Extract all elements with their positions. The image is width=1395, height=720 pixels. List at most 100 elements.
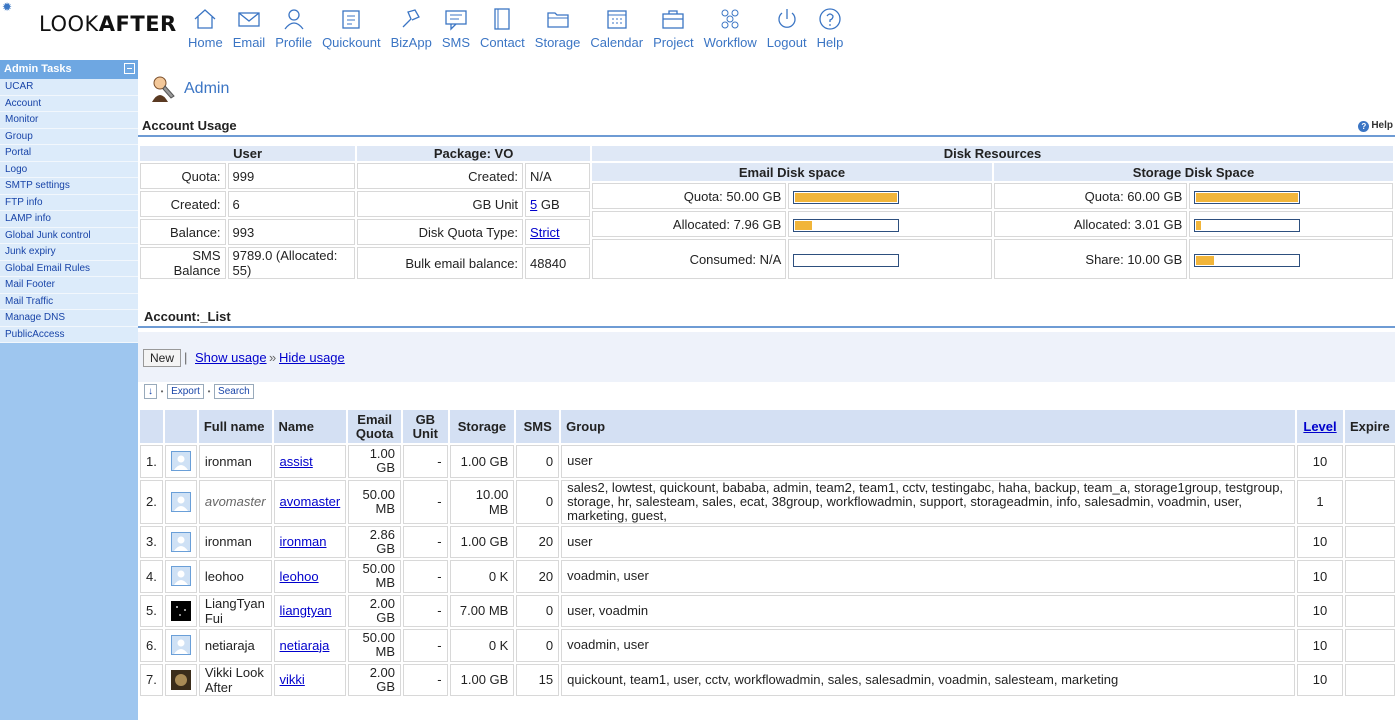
account-link[interactable]: avomaster [280, 494, 341, 509]
storage-share-bar [1189, 239, 1393, 279]
account-link[interactable]: leohoo [280, 569, 319, 584]
sidebar-item-mail-traffic[interactable]: Mail Traffic [0, 294, 138, 310]
help-icon [819, 8, 841, 30]
gb-unit: - [403, 525, 448, 558]
sidebar-list: UCAR Account Monitor Group Portal Logo SMTP se… [0, 79, 138, 343]
workflow-icon [721, 9, 739, 29]
email-quota: 50.00 MB [348, 629, 402, 662]
nav-project[interactable]: Project [653, 6, 694, 50]
account-link[interactable]: netiaraja [280, 638, 330, 653]
top-bar: ✹ LOOKAFTER Home Email Profile Quickount Biz… [0, 0, 1395, 60]
email-icon [238, 12, 260, 27]
progress-bar [1194, 253, 1301, 267]
nav-label: Help [816, 35, 844, 50]
email-quota-bar [788, 183, 992, 209]
nav-email[interactable]: Email [233, 6, 265, 50]
sidebar-item-lamp-info[interactable]: LAMP info [0, 211, 138, 228]
full-name: avomaster [198, 479, 272, 524]
nav-help[interactable]: Help [816, 6, 844, 50]
account-link[interactable]: vikki [280, 672, 305, 687]
col-sms: SMS [516, 410, 560, 443]
level-sort-link[interactable]: Level [1303, 419, 1336, 434]
avatar-cell [164, 663, 197, 696]
email-allocated-bar [788, 211, 992, 237]
avatar-cell [164, 445, 197, 478]
sidebar-item-account[interactable]: Account [0, 96, 138, 112]
sidebar-item-mail-footer[interactable]: Mail Footer [0, 277, 138, 294]
full-name: netiaraja [198, 629, 272, 662]
sidebar-item-global-junk-control[interactable]: Global Junk control [0, 228, 138, 244]
bulk-label: Bulk email balance: [357, 247, 524, 279]
show-usage-link[interactable]: Show usage [195, 350, 267, 365]
nav-home[interactable]: Home [188, 6, 223, 50]
collapse-icon[interactable] [124, 63, 135, 74]
sidebar-item-global-email-rules[interactable]: Global Email Rules [0, 261, 138, 277]
sidebar-item-publicaccess[interactable]: PublicAccess [0, 327, 138, 343]
storage-share-label: Share: 10.00 GB [993, 239, 1188, 279]
storage: 1.00 GB [449, 525, 515, 558]
main-content: Admin Account Usage ? Help User Package: … [138, 60, 1395, 720]
main-nav: Home Email Profile Quickount BizApp SMS Contac… [183, 6, 848, 50]
storage-icon [546, 12, 569, 28]
search-button[interactable]: Search [214, 384, 254, 399]
col-level[interactable]: Level [1297, 410, 1343, 443]
gbunit-value: 5 GB [525, 191, 590, 217]
hide-usage-link[interactable]: Hide usage [279, 350, 345, 365]
nav-profile[interactable]: Profile [275, 6, 312, 50]
name-cell: ironman [273, 525, 347, 558]
table-row: 5. LiangTyan Fui liangtyan 2.00 GB -7.00 MB 0… [140, 594, 1395, 627]
gear-icon[interactable]: ✹ [2, 1, 14, 13]
nav-sms[interactable]: SMS [442, 6, 470, 50]
storage-allocated-bar [1189, 211, 1393, 237]
contact-icon [494, 8, 511, 30]
storage-quota-bar [1189, 183, 1393, 209]
package-header: Package: VO [357, 146, 590, 161]
account-link[interactable]: assist [280, 454, 313, 469]
full-name: leohoo [198, 560, 272, 593]
account-link[interactable]: liangtyan [280, 603, 332, 618]
sidebar-item-ucar[interactable]: UCAR [0, 79, 138, 96]
sidebar-item-manage-dns[interactable]: Manage DNS [0, 310, 138, 327]
bulk-value: 48840 [525, 247, 590, 279]
expire [1344, 629, 1395, 662]
nav-contact[interactable]: Contact [480, 6, 525, 50]
nav-logout[interactable]: Logout [767, 6, 807, 50]
sidebar-item-portal[interactable]: Portal [0, 145, 138, 162]
nav-quickount[interactable]: Quickount [322, 6, 381, 50]
avatar [170, 669, 191, 690]
email-disk-header: Email Disk space [591, 163, 992, 181]
group: user, voadmin [561, 594, 1296, 627]
sidebar-item-junk-expiry[interactable]: Junk expiry [0, 244, 138, 261]
nav-bizapp[interactable]: BizApp [391, 6, 432, 50]
disk-header: Disk Resources [591, 146, 1393, 161]
progress-bar [793, 253, 900, 267]
new-button[interactable]: New [143, 349, 182, 367]
expire [1344, 663, 1395, 696]
nav-workflow[interactable]: Workflow [704, 6, 757, 50]
group: voadmin, user [561, 560, 1296, 593]
email-consumed-label: Consumed: N/A [591, 239, 787, 279]
account-link[interactable]: ironman [280, 534, 327, 549]
sms: 20 [516, 525, 560, 558]
sidebar-item-monitor[interactable]: Monitor [0, 112, 138, 129]
sms: 20 [516, 560, 560, 593]
quota-type-link[interactable]: Strict [530, 225, 560, 240]
nav-storage[interactable]: Storage [535, 6, 580, 50]
storage: 0 K [449, 560, 515, 593]
level: 10 [1297, 525, 1343, 558]
sort-button[interactable]: ↓ [144, 384, 157, 399]
sidebar-item-smtp-settings[interactable]: SMTP settings [0, 178, 138, 195]
sidebar-item-logo[interactable]: Logo [0, 162, 138, 178]
logo[interactable]: LOOKAFTER [39, 12, 177, 36]
sidebar-item-ftp-info[interactable]: FTP info [0, 195, 138, 211]
table-row: 7. Vikki Look After vikki 2.00 GB -1.00 GB 15… [140, 663, 1395, 696]
sidebar-item-group[interactable]: Group [0, 129, 138, 145]
export-button[interactable]: Export [167, 384, 204, 399]
quota-type-value: Strict [525, 219, 590, 245]
col-storage: Storage [449, 410, 515, 443]
sidebar-title: Admin Tasks [0, 60, 138, 79]
quota-value: 999 [227, 163, 356, 189]
nav-calendar[interactable]: Calendar [590, 6, 643, 50]
help-link[interactable]: ? Help [1358, 115, 1393, 137]
expire [1344, 479, 1395, 524]
